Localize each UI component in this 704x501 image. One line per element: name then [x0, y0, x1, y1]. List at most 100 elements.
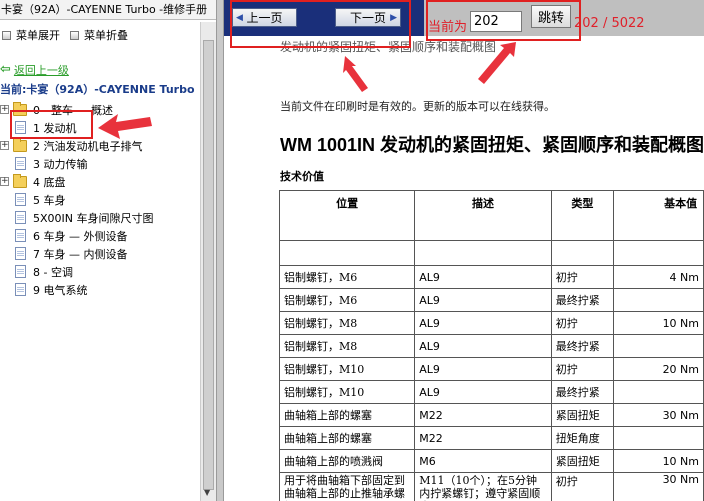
table-cell-desc: M22 [414, 426, 552, 450]
table-cell-desc: AL9 [414, 288, 552, 312]
expand-node-icon[interactable]: + [0, 177, 9, 186]
table-cell-type: 扭矩角度 [550, 426, 615, 450]
column-header-position: 位置 [278, 190, 416, 241]
collapse-menu-button[interactable]: 菜单折叠 [70, 28, 128, 42]
tree-item[interactable]: +2 汽油发动机电子排气 [0, 137, 143, 154]
tree-item-label: 6 车身 — 外侧设备 [33, 229, 128, 243]
go-to-page-button[interactable]: 跳转 [531, 5, 571, 28]
tree-item-label: 4 底盘 [33, 175, 66, 189]
table-row: 铝制螺钉，M6 AL9 初拧 4 Nm [278, 265, 704, 289]
tree-item-label: 0 - 整车 — 概述 [33, 103, 113, 117]
torque-table: 位置 描述 类型 基本值 铝制螺钉，M6 AL9 初拧 4 Nm 铝制螺钉，M6 AL9 最… [278, 190, 704, 501]
next-arrow-icon: ▶ [390, 12, 397, 23]
table-cell-val: 20 Nm [613, 357, 704, 381]
table-cell-type: 紧固扭矩 [550, 403, 615, 427]
table-cell-type: 初拧 [550, 265, 615, 289]
back-arrow-icon: ⇦ [0, 62, 11, 77]
document-icon [15, 247, 26, 260]
page-number-input[interactable] [470, 11, 522, 32]
table-cell-desc: AL9 [414, 357, 552, 381]
folder-icon [13, 101, 27, 116]
expand-node-icon[interactable]: + [0, 105, 9, 114]
expand-menu-button[interactable]: 菜单展开 [2, 28, 60, 42]
tree-item[interactable]: 6 车身 — 外侧设备 [0, 227, 128, 244]
table-cell-pos: 曲轴箱上部的螺塞 [278, 403, 416, 427]
prev-arrow-icon: ◀ [236, 12, 243, 23]
table-cell-val [613, 426, 704, 450]
document-icon [15, 193, 26, 206]
table-cell-type: 最终拧紧 [550, 334, 615, 358]
table-cell-type: 最终拧紧 [550, 288, 615, 312]
table-row: 铝制螺钉，M8 AL9 最终拧紧 [278, 334, 704, 358]
scrollbar-thumb[interactable] [203, 40, 214, 490]
table-cell-pos [278, 240, 416, 266]
table-row [278, 240, 704, 266]
tree-item-label: 3 动力传输 [33, 157, 88, 171]
table-cell-pos: 铝制螺钉，M10 [278, 357, 416, 381]
column-header-type: 类型 [550, 190, 615, 241]
tree-item[interactable]: +4 底盘 [0, 173, 66, 190]
table-cell-type: 初拧 [550, 472, 615, 501]
table-cell-pos: 曲轴箱上部的喷溅阀 [278, 449, 416, 473]
scroll-down-icon[interactable]: ▼ [204, 488, 210, 497]
document-heading: 发动机的紧固扭矩、紧固顺序和装配概图 [280, 40, 497, 54]
tree-item[interactable]: 9 电气系统 [0, 281, 88, 298]
tree-item-label: 1 发动机 [33, 121, 77, 135]
page-count: 202 / 5022 [574, 16, 645, 31]
sidebar-scrollbar[interactable]: ▼ [200, 22, 216, 501]
table-cell-type: 初拧 [550, 311, 615, 335]
table-cell-desc: M11（10个）；在5分钟内拧紧螺钉；遵守紧固顺序。 [414, 472, 552, 501]
table-cell-type: 紧固扭矩 [550, 449, 615, 473]
prev-page-button[interactable]: ◀ 上一页 [232, 8, 297, 27]
expand-node-icon[interactable]: + [0, 141, 9, 150]
document-icon [15, 121, 26, 134]
sidebar-title: 卡宴（92A）-CAYENNE Turbo -维修手册 [0, 0, 216, 20]
column-header-value: 基本值 [613, 190, 704, 241]
table-row: 铝制螺钉，M10 AL9 最终拧紧 [278, 380, 704, 404]
table-cell-pos: 铝制螺钉，M10 [278, 380, 416, 404]
document-note: 当前文件在印刷时是有效的。更新的版本可以在线获得。 [280, 100, 555, 113]
table-cell-pos: 曲轴箱上部的螺塞 [278, 426, 416, 450]
table-cell-val [613, 240, 704, 266]
back-up-link[interactable]: ⇦ 返回上一级 [0, 62, 69, 78]
table-cell-val: 30 Nm [613, 472, 704, 501]
tree-item[interactable]: 5X00IN 车身间隙尺寸图 [0, 209, 154, 226]
tree-item[interactable]: +0 - 整车 — 概述 [0, 101, 113, 118]
folder-icon [13, 137, 27, 152]
table-row: 曲轴箱上部的螺塞 M22 紧固扭矩 30 Nm [278, 403, 704, 427]
tree-item[interactable]: 5 车身 [0, 191, 66, 208]
current-page-prefix: 当前为 [428, 20, 468, 35]
table-row: 曲轴箱上部的螺塞 M22 扭矩角度 [278, 426, 704, 450]
tree-item-label: 2 汽油发动机电子排气 [33, 139, 143, 153]
collapse-menu-label: 菜单折叠 [84, 29, 128, 42]
sidebar: 卡宴（92A）-CAYENNE Turbo -维修手册 菜单展开 菜单折叠 ⇦ … [0, 0, 216, 501]
table-cell-pos: 铝制螺钉，M6 [278, 265, 416, 289]
tree-item[interactable]: 3 动力传输 [0, 155, 88, 172]
table-cell-val [613, 288, 704, 312]
current-location-label: 当前:卡宴（92A）-CAYENNE Turbo [0, 83, 195, 96]
tree-item-label: 5X00IN 车身间隙尺寸图 [33, 211, 154, 225]
table-cell-desc: AL9 [414, 380, 552, 404]
tree-item[interactable]: 1 发动机 [0, 119, 77, 136]
table-cell-type [550, 240, 615, 266]
tree-item[interactable]: 8 - 空调 [0, 263, 73, 280]
tree-item-label: 5 车身 [33, 193, 66, 207]
expand-icon [2, 30, 11, 40]
pane-splitter[interactable] [216, 0, 224, 501]
table-cell-desc: M22 [414, 403, 552, 427]
table-row: 铝制螺钉，M10 AL9 初拧 20 Nm [278, 357, 704, 381]
table-cell-val [613, 334, 704, 358]
tree-item[interactable]: 7 车身 — 内侧设备 [0, 245, 128, 262]
table-header-row: 位置 描述 类型 基本值 [278, 190, 704, 241]
table-cell-val: 10 Nm [613, 449, 704, 473]
next-page-label: 下一页 [349, 11, 386, 25]
document-view: 发动机的紧固扭矩、紧固顺序和装配概图 当前文件在印刷时是有效的。更新的版本可以在… [224, 36, 704, 501]
table-cell-val: 10 Nm [613, 311, 704, 335]
table-cell-val [613, 380, 704, 404]
next-page-button[interactable]: 下一页 ▶ [335, 8, 401, 27]
document-subtitle: 技术价值 [280, 170, 324, 183]
document-icon [15, 283, 26, 296]
table-cell-desc: AL9 [414, 311, 552, 335]
table-row: 曲轴箱上部的喷溅阀 M6 紧固扭矩 10 Nm [278, 449, 704, 473]
table-cell-desc [414, 240, 552, 266]
